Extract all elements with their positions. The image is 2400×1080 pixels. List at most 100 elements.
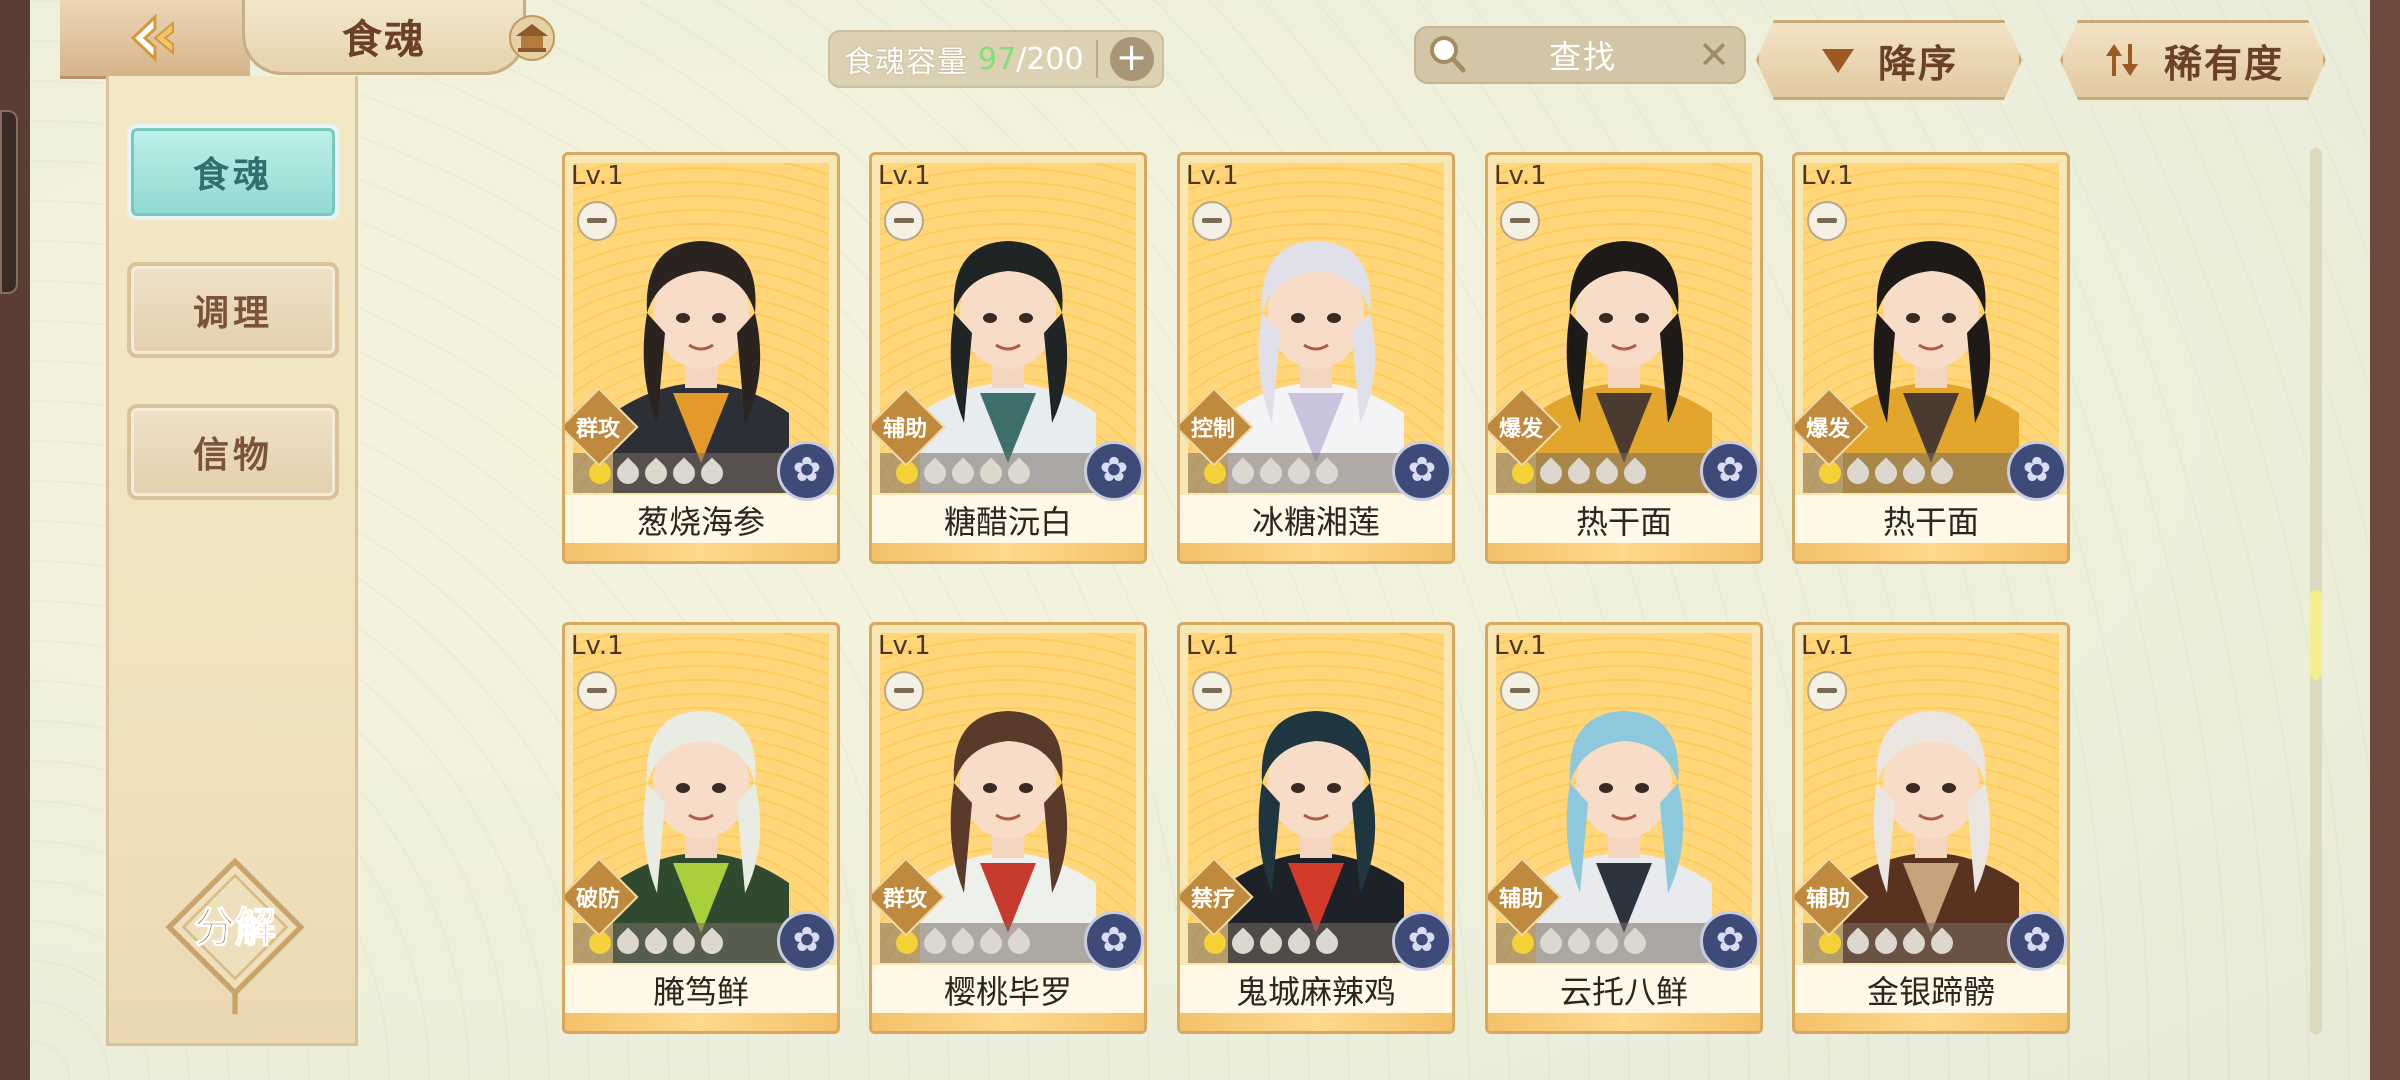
character-name: 冰糖湘莲	[1180, 495, 1452, 545]
card-bottom-bar	[1180, 543, 1452, 561]
role-label: 辅助	[1498, 887, 1543, 912]
star-drop-icon	[1870, 927, 1902, 959]
role-label: 辅助	[882, 417, 927, 442]
food-soul-card[interactable]: Lv.1 破防 腌笃鲜	[562, 622, 840, 1034]
star-drop-icon	[668, 457, 700, 489]
back-arrow-icon	[130, 13, 174, 63]
tab-tokens[interactable]: 信物	[127, 404, 339, 500]
card-bottom-bar	[1488, 1013, 1760, 1031]
food-soul-card[interactable]: Lv.1 辅助 云托八鲜	[1485, 622, 1763, 1034]
star-drop-icon	[1926, 927, 1958, 959]
food-soul-card[interactable]: Lv.1 群攻 樱桃毕罗	[869, 622, 1147, 1034]
flower-emblem-icon	[1700, 441, 1760, 501]
scrollbar-thumb[interactable]	[2310, 590, 2322, 680]
star-drop-icon	[1003, 457, 1035, 489]
level-label: Lv.1	[1494, 631, 1547, 661]
role-label: 破防	[575, 887, 620, 912]
tab-food-soul[interactable]: 食魂	[127, 124, 339, 220]
clear-search-icon[interactable]: ✕	[1694, 33, 1734, 77]
food-soul-card[interactable]: Lv.1 辅助 糖醋沅白	[869, 152, 1147, 564]
sort-order-button[interactable]: 降序	[1756, 20, 2022, 100]
star-drop-icon	[1311, 927, 1343, 959]
food-soul-card[interactable]: Lv.1 爆发 热干面	[1485, 152, 1763, 564]
role-label: 爆发	[1498, 417, 1543, 442]
back-button[interactable]	[60, 0, 250, 79]
sidebar: 食魂 调理 信物 分解	[106, 76, 358, 1046]
flower-emblem-icon	[777, 441, 837, 501]
star-drop-icon	[1563, 927, 1595, 959]
character-name: 葱烧海参	[565, 495, 837, 545]
star-drop-icon	[947, 927, 979, 959]
food-soul-card[interactable]: Lv.1 辅助 金银蹄髈	[1792, 622, 2070, 1034]
star-drop-icon	[612, 927, 644, 959]
bowl-icon	[1500, 201, 1540, 241]
sort-field-button[interactable]: 稀有度	[2060, 20, 2326, 100]
bowl-icon	[1192, 201, 1232, 241]
star-drop-icon	[1619, 457, 1651, 489]
food-soul-card[interactable]: Lv.1 控制 冰糖湘莲	[1177, 152, 1455, 564]
card-bottom-bar	[872, 543, 1144, 561]
expand-capacity-button[interactable]: +	[1109, 37, 1154, 81]
level-label: Lv.1	[878, 631, 931, 661]
role-label: 禁疗	[1190, 887, 1235, 912]
food-soul-card[interactable]: Lv.1 群攻 葱烧海参	[562, 152, 840, 564]
search-box[interactable]: 查找 ✕	[1414, 26, 1746, 84]
tab-label: 信物	[192, 434, 273, 476]
star-drop-icon	[1227, 927, 1259, 959]
character-name: 鬼城麻辣鸡	[1180, 965, 1452, 1015]
star-drop-icon	[640, 927, 672, 959]
star-drop-icon	[1870, 457, 1902, 489]
game-screen: 食魂 食魂容量 97 / 200 + 查找 ✕ 降序 稀有度 食魂 调理 信物 …	[30, 0, 2370, 1080]
character-name: 云托八鲜	[1488, 965, 1760, 1015]
star-drop-icon	[1842, 927, 1874, 959]
character-name: 热干面	[1488, 495, 1760, 545]
card-bottom-bar	[1795, 543, 2067, 561]
bowl-icon	[577, 201, 617, 241]
flower-emblem-icon	[1392, 911, 1452, 971]
star-drop-icon	[1591, 927, 1623, 959]
bowl-icon	[577, 671, 617, 711]
star-drop-icon	[1926, 457, 1958, 489]
star-drop-icon	[919, 457, 951, 489]
search-input[interactable]: 查找	[1472, 32, 1694, 78]
flower-emblem-icon	[777, 911, 837, 971]
decompose-label: 分解	[194, 903, 276, 951]
star-drop-icon	[612, 457, 644, 489]
food-soul-card[interactable]: Lv.1 禁疗 鬼城麻辣鸡	[1177, 622, 1455, 1034]
star-drop-icon	[1842, 457, 1874, 489]
character-name: 樱桃毕罗	[872, 965, 1144, 1015]
role-label: 控制	[1190, 417, 1235, 442]
tab-tuning[interactable]: 调理	[127, 262, 339, 358]
star-drop-icon	[1255, 927, 1287, 959]
star-drop-icon	[1898, 457, 1930, 489]
star-drop-icon	[1898, 927, 1930, 959]
card-bottom-bar	[1488, 543, 1760, 561]
star-drop-icon	[1255, 457, 1287, 489]
card-bottom-bar	[565, 543, 837, 561]
pavilion-icon	[509, 15, 555, 61]
role-label: 群攻	[882, 887, 927, 912]
capacity-label: 食魂容量	[844, 45, 968, 80]
level-label: Lv.1	[571, 631, 624, 661]
star-drop-icon	[1311, 457, 1343, 489]
capacity-current: 97	[978, 41, 1017, 77]
card-bottom-bar	[872, 1013, 1144, 1031]
capacity-divider	[1095, 40, 1098, 78]
bowl-icon	[1807, 201, 1847, 241]
device-notch	[0, 110, 18, 294]
level-label: Lv.1	[1494, 161, 1547, 191]
sort-field-label: 稀有度	[2163, 41, 2284, 86]
level-label: Lv.1	[571, 161, 624, 191]
role-label: 辅助	[1805, 887, 1850, 912]
level-label: Lv.1	[1186, 161, 1239, 191]
level-label: Lv.1	[1186, 631, 1239, 661]
flower-emblem-icon	[1700, 911, 1760, 971]
capacity-separator: /	[1016, 41, 1027, 77]
star-drop-icon	[1563, 457, 1595, 489]
flower-emblem-icon	[1392, 441, 1452, 501]
card-bottom-bar	[1180, 1013, 1452, 1031]
card-bottom-bar	[565, 1013, 837, 1031]
decompose-button[interactable]: 分解	[155, 856, 315, 1016]
food-soul-card[interactable]: Lv.1 爆发 热干面	[1792, 152, 2070, 564]
sort-order-label: 降序	[1877, 41, 1958, 86]
